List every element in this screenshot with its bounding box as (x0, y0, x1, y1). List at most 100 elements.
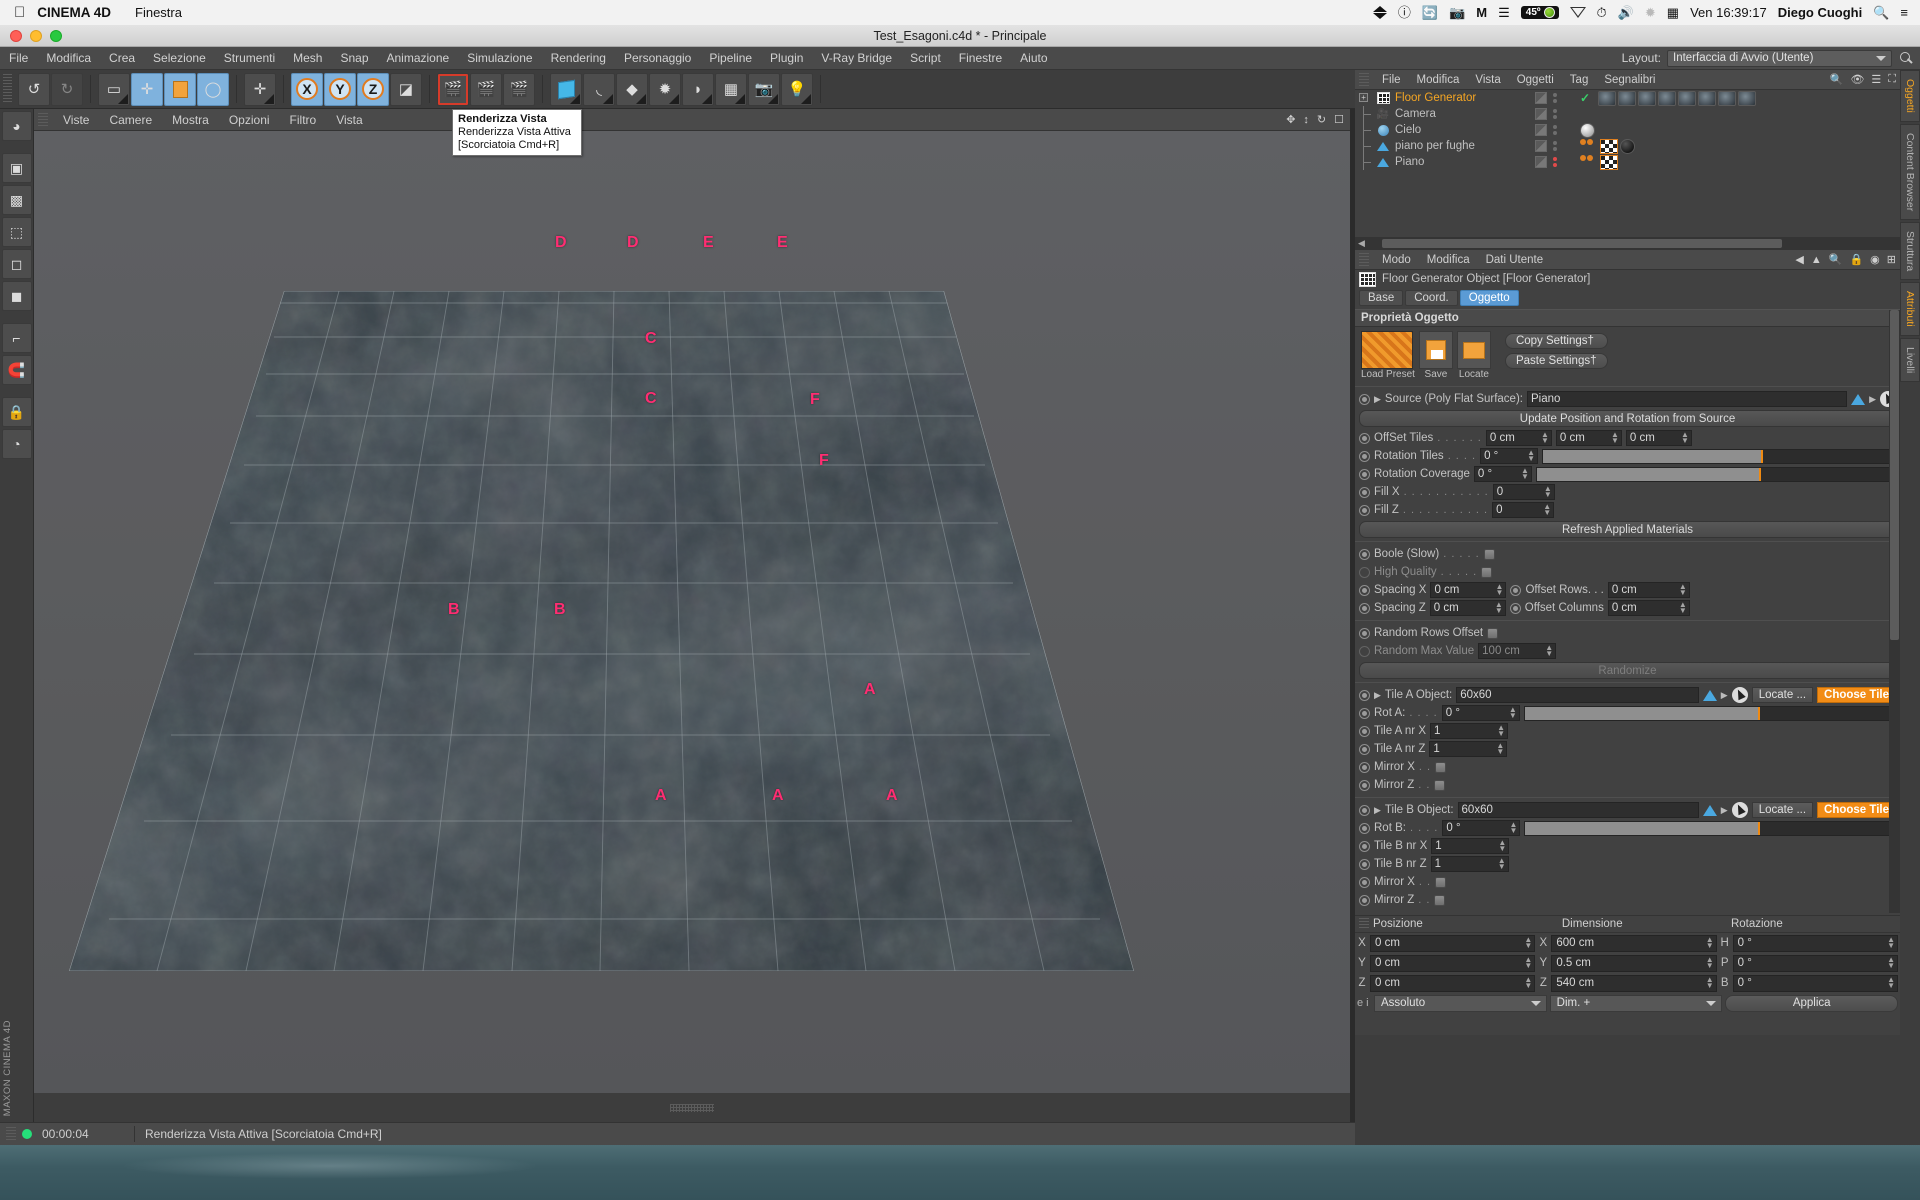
add-icon[interactable]: ⊞ (1887, 253, 1896, 266)
rotation-tiles-slider[interactable] (1542, 448, 1896, 464)
layout-dropdown[interactable]: Interfaccia di Avvio (Utente) (1667, 49, 1892, 67)
render-view-button[interactable]: 🎬 (437, 72, 469, 106)
corner-expand-icon[interactable] (801, 93, 811, 104)
viewport-menu-mostra[interactable]: Mostra (162, 113, 219, 127)
mirror-z-a-checkbox[interactable] (1434, 779, 1446, 791)
object-manager-handle[interactable] (1359, 73, 1369, 86)
polygons-mode-tool[interactable]: ◼ (1, 281, 32, 311)
scroll-thumb[interactable] (1381, 239, 1782, 248)
attribute-tab-coord[interactable]: Coord. (1405, 290, 1458, 306)
zoom-icon[interactable]: ↕ (1303, 114, 1309, 126)
offset-columns-radio-icon[interactable] (1509, 602, 1521, 614)
expand-toggle-icon[interactable]: + (1359, 93, 1368, 102)
stepper-icon[interactable]: ▲ ▼ (1524, 935, 1532, 949)
mirror-z-b-radio-icon[interactable] (1359, 894, 1370, 906)
camera-button[interactable]: 📷 (748, 72, 780, 106)
attribute-menu-modifica[interactable]: Modifica (1419, 254, 1478, 266)
deformer-button[interactable]: ✹ (649, 72, 681, 106)
rotation-coverage-radio-icon[interactable] (1359, 468, 1370, 480)
layout-search-icon[interactable] (1898, 50, 1914, 66)
offset-rows-field[interactable]: 0 cm ▲ ▼ (1607, 582, 1690, 598)
editor-visibility-toggle[interactable] (1535, 108, 1547, 120)
rot-a-field[interactable]: 0 ° ▲ ▼ (1441, 705, 1520, 721)
sync-icon[interactable]: 🔄 (1422, 6, 1438, 19)
rot-a-slider[interactable] (1523, 705, 1896, 721)
stepper-icon[interactable]: ▲ ▼ (1887, 935, 1895, 949)
rotation-field[interactable]: 0 ° ▲ ▼ (1732, 974, 1898, 992)
c4d-menu-plugin[interactable]: Plugin (761, 51, 812, 65)
c4d-menu-v-ray-bridge[interactable]: V-Ray Bridge (812, 51, 901, 65)
object-name[interactable]: piano per fughe (1395, 140, 1475, 152)
rotation-coverage-slider[interactable] (1535, 466, 1896, 482)
dropbox-icon[interactable] (1372, 5, 1387, 20)
corner-expand-icon[interactable] (570, 93, 580, 104)
tile-b-nr-x-radio-icon[interactable] (1359, 840, 1370, 852)
render-visibility-dots[interactable] (1553, 93, 1557, 103)
c4d-menu-aiuto[interactable]: Aiuto (1011, 51, 1056, 65)
model-mode-tool[interactable]: ▣ (1, 153, 32, 183)
random-max-radio-icon[interactable] (1359, 645, 1370, 657)
rotate-tool-button[interactable]: ◯ (197, 72, 229, 106)
attribute-scroll-thumb[interactable] (1890, 310, 1899, 640)
stepper-icon[interactable]: ▲ ▼ (1496, 583, 1504, 597)
rot-a-radio-icon[interactable] (1359, 707, 1370, 719)
maximize-icon[interactable]: ☐ (1334, 113, 1344, 126)
volume-icon[interactable]: 🔊 (1618, 6, 1634, 19)
c4d-menu-rendering[interactable]: Rendering (542, 51, 615, 65)
undo-button[interactable]: ↺ (18, 72, 50, 106)
fill-z-radio-icon[interactable] (1359, 504, 1370, 516)
offset-tiles-y-field[interactable]: 0 cm ▲ ▼ (1555, 430, 1622, 446)
tile-b-nr-x-field[interactable]: 1 ▲ ▼ (1431, 838, 1510, 854)
attribute-menu-modo[interactable]: Modo (1374, 254, 1419, 266)
keyboard-icon[interactable]: ▦ (1667, 6, 1679, 19)
redo-button[interactable]: ↻ (51, 72, 83, 106)
stepper-icon[interactable]: ▲ ▼ (1509, 706, 1517, 720)
sky-material-tag[interactable] (1580, 122, 1595, 138)
object-manager-menu-modifica[interactable]: Modifica (1409, 74, 1468, 86)
render-visibility-dots[interactable] (1553, 141, 1557, 151)
edges-mode-tool[interactable]: ◻ (1, 249, 32, 279)
spacing-z-radio-icon[interactable] (1359, 602, 1370, 614)
stepper-icon[interactable]: ▲ ▼ (1887, 975, 1895, 989)
corner-expand-icon[interactable] (735, 93, 745, 104)
corner-expand-icon[interactable] (669, 93, 679, 104)
texture-tag[interactable] (1658, 90, 1677, 106)
menubar-clock[interactable]: Ven 16:39:17 (1690, 5, 1767, 20)
pick-tile-b-icon[interactable] (1731, 802, 1748, 818)
size-mode-dropdown[interactable]: Dim. + (1549, 994, 1723, 1012)
texture-tag[interactable] (1718, 90, 1737, 106)
target-icon[interactable]: ◉ (1870, 253, 1880, 266)
c4d-menu-finestre[interactable]: Finestre (950, 51, 1011, 65)
viewport-menu-viste[interactable]: Viste (53, 113, 99, 127)
side-tab-content-browser[interactable]: Content Browser (1900, 123, 1920, 221)
fill-z-field[interactable]: 0 ▲ ▼ (1492, 502, 1555, 518)
c4d-menu-animazione[interactable]: Animazione (378, 51, 459, 65)
side-tab-livelli[interactable]: Livelli (1900, 337, 1920, 383)
texture-tag[interactable] (1678, 90, 1697, 106)
fill-x-field[interactable]: 0 ▲ ▼ (1492, 484, 1555, 500)
generator-button[interactable]: ◆ (616, 72, 648, 106)
search-icon[interactable]: 🔍 (1873, 6, 1889, 19)
object-manager-menu-vista[interactable]: Vista (1467, 74, 1508, 86)
environment-button[interactable]: ▦ (715, 72, 747, 106)
corner-expand-icon[interactable] (702, 93, 712, 104)
info-icon[interactable]: ⓘ (1398, 6, 1411, 19)
stepper-icon[interactable]: ▲ ▼ (1679, 583, 1687, 597)
panel-resize-handle[interactable] (670, 1103, 714, 1112)
corner-expand-icon[interactable] (768, 93, 778, 104)
stepper-icon[interactable]: ▲ ▼ (1544, 485, 1552, 499)
viewport-menu-camere[interactable]: Camere (99, 113, 162, 127)
spacing-x-field[interactable]: 0 cm ▲ ▼ (1430, 582, 1507, 598)
stepper-icon[interactable]: ▲ ▼ (1497, 724, 1505, 738)
attribute-menu-dati-utente[interactable]: Dati Utente (1478, 254, 1552, 266)
expand-arrow-icon[interactable]: ▶ (1374, 394, 1381, 405)
stepper-icon[interactable]: ▲ ▼ (1521, 467, 1529, 481)
lock-x-axis-button[interactable]: X (291, 72, 323, 106)
tile-a-locate-button[interactable]: Locate ... (1751, 687, 1814, 703)
render-visibility-dots[interactable] (1553, 157, 1557, 167)
attribute-tab-base[interactable]: Base (1359, 290, 1404, 306)
update-position-rotation-button[interactable]: Update Position and Rotation from Source (1359, 410, 1896, 427)
rotation-field[interactable]: 0 ° ▲ ▼ (1732, 934, 1898, 952)
c4d-menu-selezione[interactable]: Selezione (144, 51, 215, 65)
selected-texture-tag[interactable] (1600, 138, 1618, 154)
